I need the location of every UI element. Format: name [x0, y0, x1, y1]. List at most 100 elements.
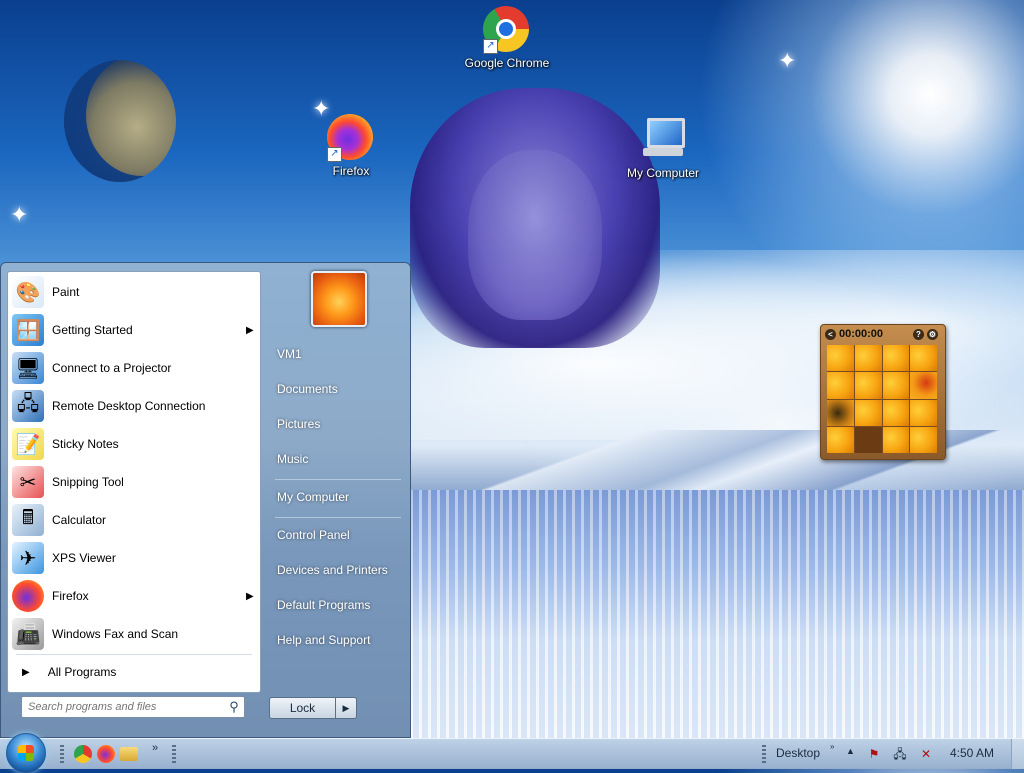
puzzle-tile[interactable]: [910, 399, 937, 426]
program-snipping-tool[interactable]: ✂ Snipping Tool: [12, 464, 256, 500]
puzzle-tile[interactable]: [854, 345, 882, 372]
lock-options-arrow-icon[interactable]: ▶: [336, 697, 357, 719]
calculator-icon: 🖩: [12, 504, 44, 536]
taskbar: » Desktop » ▲ ⚑ 🖧 ✕ 4:50 AM: [0, 733, 1024, 773]
puzzle-tile[interactable]: [854, 399, 882, 426]
start-menu-places-pane: VM1 Documents Pictures Music My Computer…: [265, 263, 411, 739]
wallpaper-moon: [64, 60, 176, 182]
network-icon[interactable]: 🖧: [892, 746, 908, 762]
triangle-right-icon: ▶: [22, 666, 30, 678]
desktop-icon-chrome[interactable]: ↗ Google Chrome: [464, 6, 550, 70]
quick-launch-overflow-icon[interactable]: »: [152, 742, 158, 754]
start-button[interactable]: [6, 733, 46, 773]
place-pictures[interactable]: Pictures: [271, 411, 407, 437]
place-label: VM1: [277, 347, 302, 361]
taskbar-grip[interactable]: [60, 745, 64, 763]
place-label: Help and Support: [277, 633, 371, 647]
submenu-arrow-icon: ▶: [246, 324, 254, 336]
program-label: Paint: [52, 285, 80, 299]
puzzle-tile[interactable]: [910, 372, 937, 399]
folder-icon[interactable]: [120, 747, 138, 761]
program-label: Sticky Notes: [52, 437, 119, 451]
help-icon[interactable]: ?: [913, 328, 924, 340]
start-menu-programs-pane: 🎨 Paint 🪟 Getting Started ▶ 🖥 Connect to…: [7, 271, 261, 693]
puzzle-tile[interactable]: [882, 345, 910, 372]
show-desktop-button[interactable]: [1011, 739, 1024, 769]
action-center-flag-icon[interactable]: ⚑: [866, 746, 882, 762]
desktop-icon-firefox[interactable]: ↗ Firefox: [308, 114, 394, 178]
program-sticky-notes[interactable]: 📝 Sticky Notes: [12, 426, 256, 462]
picture-puzzle-gadget[interactable]: < 00:00:00 ? ⚙: [820, 324, 946, 460]
divider: [16, 654, 252, 655]
place-default-programs[interactable]: Default Programs: [271, 592, 407, 618]
search-icon[interactable]: ⚲: [224, 699, 244, 715]
puzzle-tile[interactable]: [882, 372, 910, 399]
place-help-and-support[interactable]: Help and Support: [271, 627, 407, 653]
shortcut-arrow-icon: ↗: [327, 147, 342, 162]
chrome-icon[interactable]: [74, 745, 92, 763]
program-label: Windows Fax and Scan: [52, 627, 179, 641]
puzzle-empty-slot[interactable]: [854, 426, 882, 453]
puzzle-tile[interactable]: [882, 399, 910, 426]
puzzle-tile[interactable]: [827, 345, 854, 372]
puzzle-tile[interactable]: [827, 372, 854, 399]
search-field[interactable]: ⚲: [21, 696, 245, 718]
remote-desktop-icon: 🖧: [12, 390, 44, 422]
puzzle-tile[interactable]: [910, 345, 937, 372]
all-programs-button[interactable]: ▶ All Programs: [16, 660, 254, 684]
place-control-panel[interactable]: Control Panel: [271, 522, 407, 548]
desktop-icon-my-computer[interactable]: My Computer: [620, 116, 706, 180]
paint-icon: 🎨: [12, 276, 44, 308]
place-devices-and-printers[interactable]: Devices and Printers: [271, 557, 407, 583]
place-documents[interactable]: Documents: [271, 376, 407, 402]
program-label: Remote Desktop Connection: [52, 399, 206, 413]
place-label: Devices and Printers: [277, 563, 388, 577]
taskbar-grip[interactable]: [762, 745, 766, 763]
search-input[interactable]: [22, 701, 224, 713]
firefox-icon: ↗: [327, 114, 375, 162]
puzzle-tile[interactable]: [910, 426, 937, 453]
place-label: Pictures: [277, 417, 321, 431]
puzzle-tile[interactable]: [827, 399, 854, 426]
back-icon[interactable]: <: [825, 328, 836, 340]
desktop-icon-label: Firefox: [332, 164, 370, 178]
taskbar-clock[interactable]: 4:50 AM: [950, 746, 994, 760]
volume-muted-icon[interactable]: ✕: [918, 746, 934, 762]
wallpaper-star: ✦: [10, 202, 29, 227]
place-label: Control Panel: [277, 528, 350, 542]
getting-started-icon: 🪟: [12, 314, 44, 346]
xps-viewer-icon: ✈: [12, 542, 44, 574]
program-getting-started[interactable]: 🪟 Getting Started ▶: [12, 312, 256, 348]
firefox-icon[interactable]: [97, 745, 115, 763]
place-user-folder[interactable]: VM1: [271, 341, 407, 367]
program-paint[interactable]: 🎨 Paint: [12, 274, 256, 310]
shortcut-arrow-icon: ↗: [483, 39, 498, 54]
program-firefox[interactable]: Firefox ▶: [12, 578, 256, 614]
program-connect-to-projector[interactable]: 🖥 Connect to a Projector: [12, 350, 256, 386]
firefox-icon: [12, 580, 44, 612]
show-hidden-icons-icon[interactable]: ▲: [846, 746, 855, 756]
program-remote-desktop[interactable]: 🖧 Remote Desktop Connection: [12, 388, 256, 424]
lock-button-group: Lock ▶: [269, 697, 357, 719]
all-programs-label: All Programs: [47, 665, 117, 679]
puzzle-grid[interactable]: [827, 345, 937, 453]
program-windows-fax-and-scan[interactable]: 📠 Windows Fax and Scan: [12, 616, 256, 652]
puzzle-tile[interactable]: [882, 426, 910, 453]
divider: [275, 479, 401, 480]
puzzle-tile[interactable]: [827, 426, 854, 453]
program-label: Connect to a Projector: [52, 361, 172, 375]
puzzle-tile[interactable]: [854, 372, 882, 399]
projector-icon: 🖥: [12, 352, 44, 384]
place-label: Music: [277, 452, 309, 466]
place-my-computer[interactable]: My Computer: [271, 484, 407, 510]
place-music[interactable]: Music: [271, 446, 407, 472]
taskbar-grip[interactable]: [172, 745, 176, 763]
user-avatar[interactable]: [311, 271, 367, 327]
lock-button[interactable]: Lock: [269, 697, 336, 719]
program-calculator[interactable]: 🖩 Calculator: [12, 502, 256, 538]
desktop-toolbar[interactable]: Desktop: [776, 746, 820, 760]
place-label: Default Programs: [277, 598, 371, 612]
program-xps-viewer[interactable]: ✈ XPS Viewer: [12, 540, 256, 576]
desktop-toolbar-overflow-icon[interactable]: »: [830, 742, 834, 751]
settings-icon[interactable]: ⚙: [927, 328, 938, 340]
